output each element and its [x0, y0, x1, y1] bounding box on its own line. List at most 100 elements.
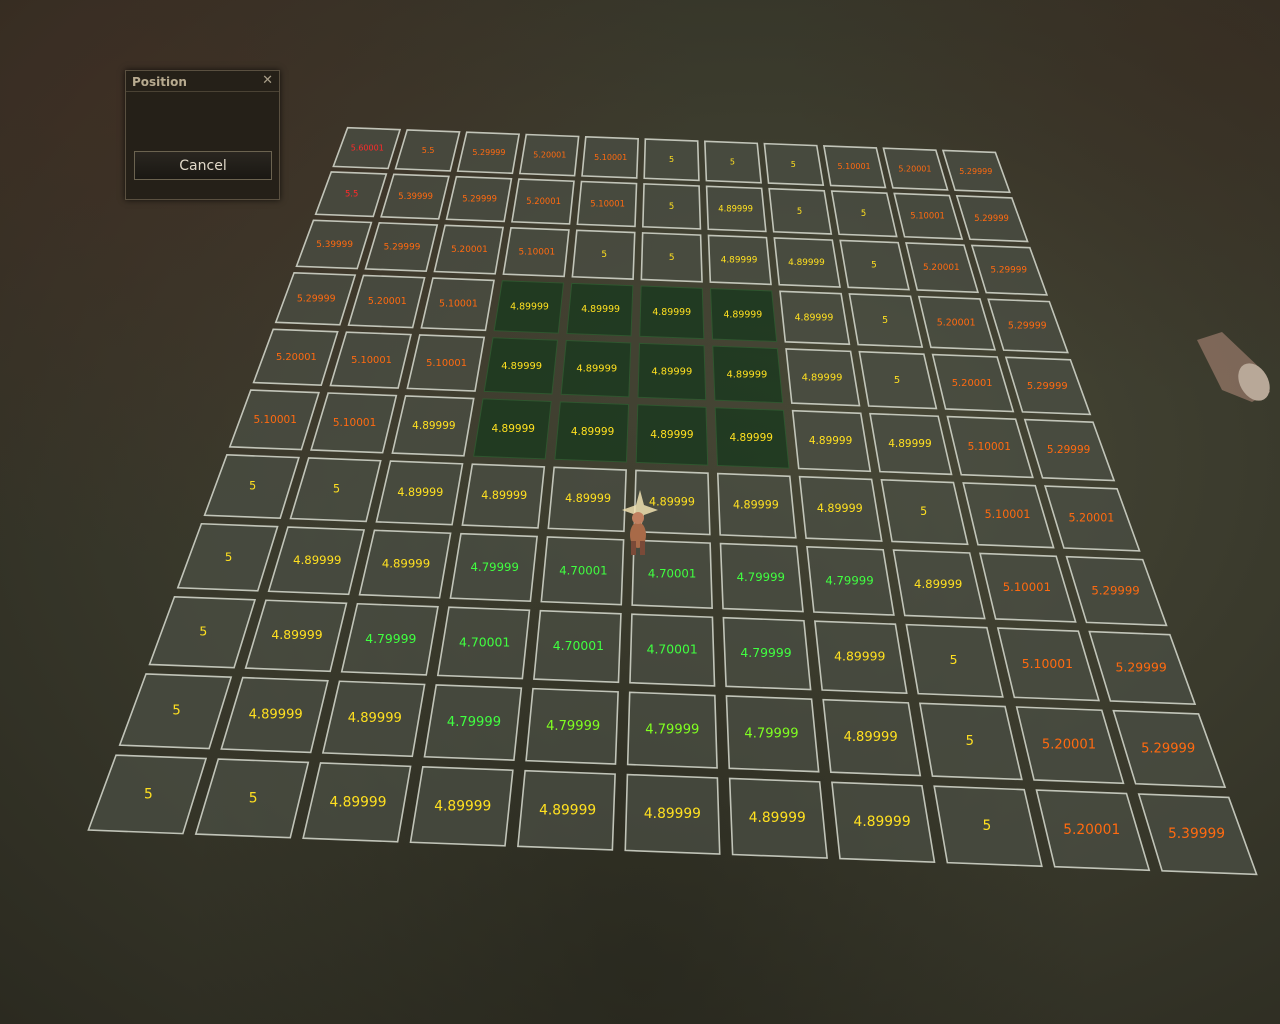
tile-height-label: 5.29999 [1008, 320, 1047, 331]
tile-height-label: 5.60001 [351, 144, 384, 153]
tiles-layer: 5.60001 5.5 5.29999 5.20001 5.10001 5 5 5 5.1000… [87, 126, 1258, 876]
tile-height-label: 4.89999 [844, 730, 898, 745]
tile-height-label: 4.89999 [249, 707, 303, 722]
tile-height-label: 4.89999 [788, 258, 825, 268]
tile-height-label: 5 [871, 261, 877, 271]
tile-height-label: 5 [172, 704, 180, 719]
log-prop [1197, 332, 1270, 402]
tile-height-label: 5.20001 [451, 245, 488, 255]
tile-height-label: 5.5 [422, 146, 435, 155]
tile-height-label: 5 [249, 479, 256, 492]
tile-height-label: 5.20001 [1042, 738, 1096, 753]
tile-height-label: 5 [797, 206, 802, 216]
tile-height-label: 4.89999 [888, 438, 931, 450]
tile-height-label: 4.89999 [348, 711, 402, 726]
tile-height-label: 5 [966, 734, 974, 749]
tile-height-label: 4.79999 [546, 719, 600, 734]
tile-height-label: 5 [882, 315, 888, 326]
tile-height-label: 5.10001 [968, 441, 1011, 453]
tile-height-label: 4.89999 [412, 420, 455, 432]
tile-height-label: 5.29999 [297, 293, 336, 304]
tile-height-label: 5.29999 [1047, 444, 1090, 456]
tile-height-label: 4.89999 [721, 255, 758, 265]
tile-height-label: 4.89999 [576, 364, 617, 375]
tile-height-label: 5.10001 [1003, 580, 1051, 594]
tile-height-label: 5.10001 [253, 414, 296, 426]
tile-height-label: 4.89999 [565, 492, 611, 505]
tile-height-label: 4.89999 [914, 577, 962, 591]
tile-height-label: 4.89999 [652, 307, 691, 318]
tile-height-label: 5 [730, 158, 735, 167]
tile-height-label: 5 [669, 155, 674, 164]
tile-height-label: 5 [791, 160, 796, 169]
tile-height-label: 5 [249, 790, 258, 806]
tile-height-label: 5 [920, 505, 927, 518]
tile-height-label: 5.29999 [990, 266, 1027, 276]
tile-height-label: 5.20001 [533, 151, 566, 160]
tile-height-label: 4.89999 [817, 502, 863, 515]
close-icon[interactable]: ✕ [262, 71, 273, 91]
tile-height-label: 5.10001 [1022, 656, 1073, 671]
tile-height-label: 5.10001 [426, 358, 467, 369]
tile-height-label: 4.89999 [749, 810, 806, 826]
tile-height-label: 4.79999 [447, 715, 501, 730]
tile-height-label: 5 [333, 483, 340, 496]
tile-height-label: 5.29999 [1027, 381, 1068, 392]
tile-height-label: 5.29999 [1116, 659, 1167, 674]
position-dialog: Position ✕ Cancel [125, 70, 280, 200]
tile-height-label: 4.79999 [471, 560, 519, 574]
tile-height-label: 5.39999 [1168, 826, 1225, 842]
tile-height-label: 5 [144, 786, 153, 802]
tile-height-label: 5 [983, 818, 992, 834]
tile-height-label: 5.29999 [1091, 584, 1139, 598]
tile-height-label: 4.79999 [740, 645, 791, 660]
tile-height-label: 4.89999 [271, 627, 322, 642]
tile-height-label: 4.89999 [644, 806, 701, 822]
tile-height-label: 5.29999 [959, 167, 992, 176]
tile-height-label: 5.10001 [838, 162, 871, 171]
tile-height-label: 5.20001 [937, 318, 976, 329]
tile-height-label: 5.29999 [472, 148, 505, 157]
dialog-header: Position ✕ [126, 71, 279, 92]
tile-height-label: 5 [669, 201, 674, 211]
tile-height-label: 4.70001 [459, 634, 510, 649]
tile-height-label: 4.79999 [825, 573, 873, 587]
tile-height-label: 5.20001 [952, 378, 993, 389]
tile-height-label: 4.79999 [744, 726, 798, 741]
tile-height-label: 5.29999 [462, 194, 497, 204]
tile-height-label: 4.89999 [723, 310, 762, 321]
tile-height-label: 4.89999 [293, 553, 341, 567]
tile-height-label: 4.89999 [397, 486, 443, 499]
tile-height-label: 4.89999 [329, 794, 386, 810]
tile-height-label: 4.89999 [726, 369, 767, 380]
tile-height-label: 5.39999 [398, 191, 433, 201]
tile-height-label: 4.89999 [802, 372, 843, 383]
tile-height-label: 5.20001 [898, 165, 931, 174]
tile-height-label: 4.89999 [809, 435, 852, 447]
tile-height-label: 4.89999 [492, 423, 535, 435]
tile-height-label: 4.89999 [481, 489, 527, 502]
tile-height-label: 5.29999 [384, 242, 421, 252]
tile-height-label: 4.89999 [651, 367, 692, 378]
tile-height-label: 5.10001 [590, 198, 625, 208]
tile-height-label: 4.89999 [649, 495, 695, 508]
tile-height-label: 5.20001 [1068, 511, 1114, 524]
tile-height-label: 4.89999 [434, 798, 491, 814]
tile-height-label: 5.5 [345, 189, 358, 199]
tile-height-label: 4.89999 [571, 426, 614, 438]
tile-height-label: 4.89999 [834, 649, 885, 664]
tile-height-label: 5.10001 [985, 508, 1031, 521]
cancel-button[interactable]: Cancel [134, 151, 272, 180]
tile-height-label: 5 [950, 652, 958, 667]
tile-height-label: 4.89999 [730, 432, 773, 444]
tile-height-label: 4.70001 [559, 563, 607, 577]
tile-height-label: 4.89999 [501, 361, 542, 372]
tile-height-label: 5.20001 [526, 196, 561, 206]
tile-height-label: 5.39999 [316, 240, 353, 250]
tile-height-label: 5.20001 [1063, 822, 1120, 838]
tile-height-label: 4.79999 [365, 631, 416, 646]
dialog-title: Position [132, 75, 187, 89]
tile-height-label: 4.89999 [510, 301, 549, 312]
tile-height-label: 4.70001 [648, 567, 696, 581]
tile-height-label: 5.10001 [439, 299, 478, 310]
